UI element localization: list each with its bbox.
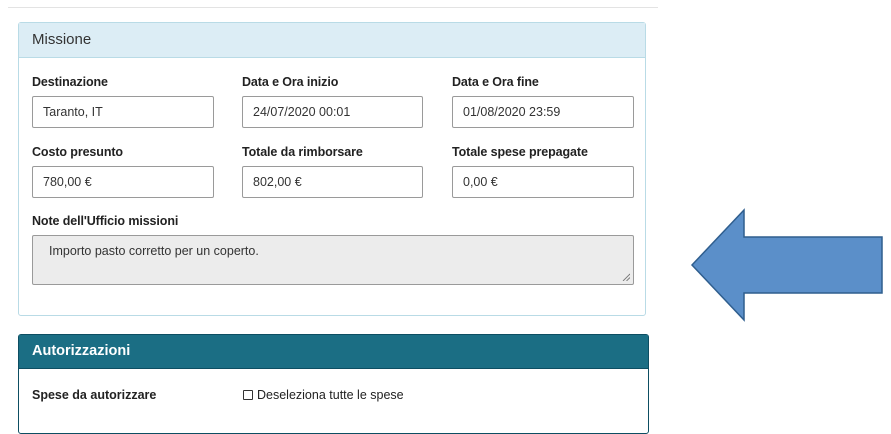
destinazione-field[interactable]: Taranto, IT [32,96,214,128]
top-divider [8,7,658,8]
deseleziona-tutte-label: Deseleziona tutte le spese [257,388,404,402]
totale-spese-prepagate-label: Totale spese prepagate [452,145,588,159]
note-ufficio-label: Note dell'Ufficio missioni [32,214,179,228]
spese-da-autorizzare-label: Spese da autorizzare [32,388,157,402]
left-arrow-icon [690,208,883,322]
autorizzazioni-panel-title: Autorizzazioni [19,335,648,369]
deseleziona-tutte-checkbox[interactable]: Deseleziona tutte le spese [243,388,404,402]
totale-da-rimborsare-label: Totale da rimborsare [242,145,363,159]
totale-da-rimborsare-field[interactable]: 802,00 € [242,166,423,198]
destinazione-label: Destinazione [32,75,108,89]
data-ora-fine-field[interactable]: 01/08/2020 23:59 [452,96,634,128]
note-ufficio-text: Importo pasto corretto per un coperto. [49,244,259,258]
autorizzazioni-panel: Autorizzazioni Spese da autorizzare Dese… [18,334,649,434]
data-ora-fine-label: Data e Ora fine [452,75,539,89]
data-ora-inizio-label: Data e Ora inizio [242,75,339,89]
resize-grip-icon[interactable] [622,273,630,281]
costo-presunto-field[interactable]: 780,00 € [32,166,214,198]
data-ora-inizio-field[interactable]: 24/07/2020 00:01 [242,96,423,128]
totale-spese-prepagate-field[interactable]: 0,00 € [452,166,634,198]
missione-panel: Missione Destinazione Taranto, IT Data e… [18,22,646,316]
missione-panel-title: Missione [19,23,645,58]
costo-presunto-label: Costo presunto [32,145,123,159]
checkbox-icon[interactable] [243,390,253,400]
note-ufficio-textarea[interactable]: Importo pasto corretto per un coperto. [32,235,634,285]
